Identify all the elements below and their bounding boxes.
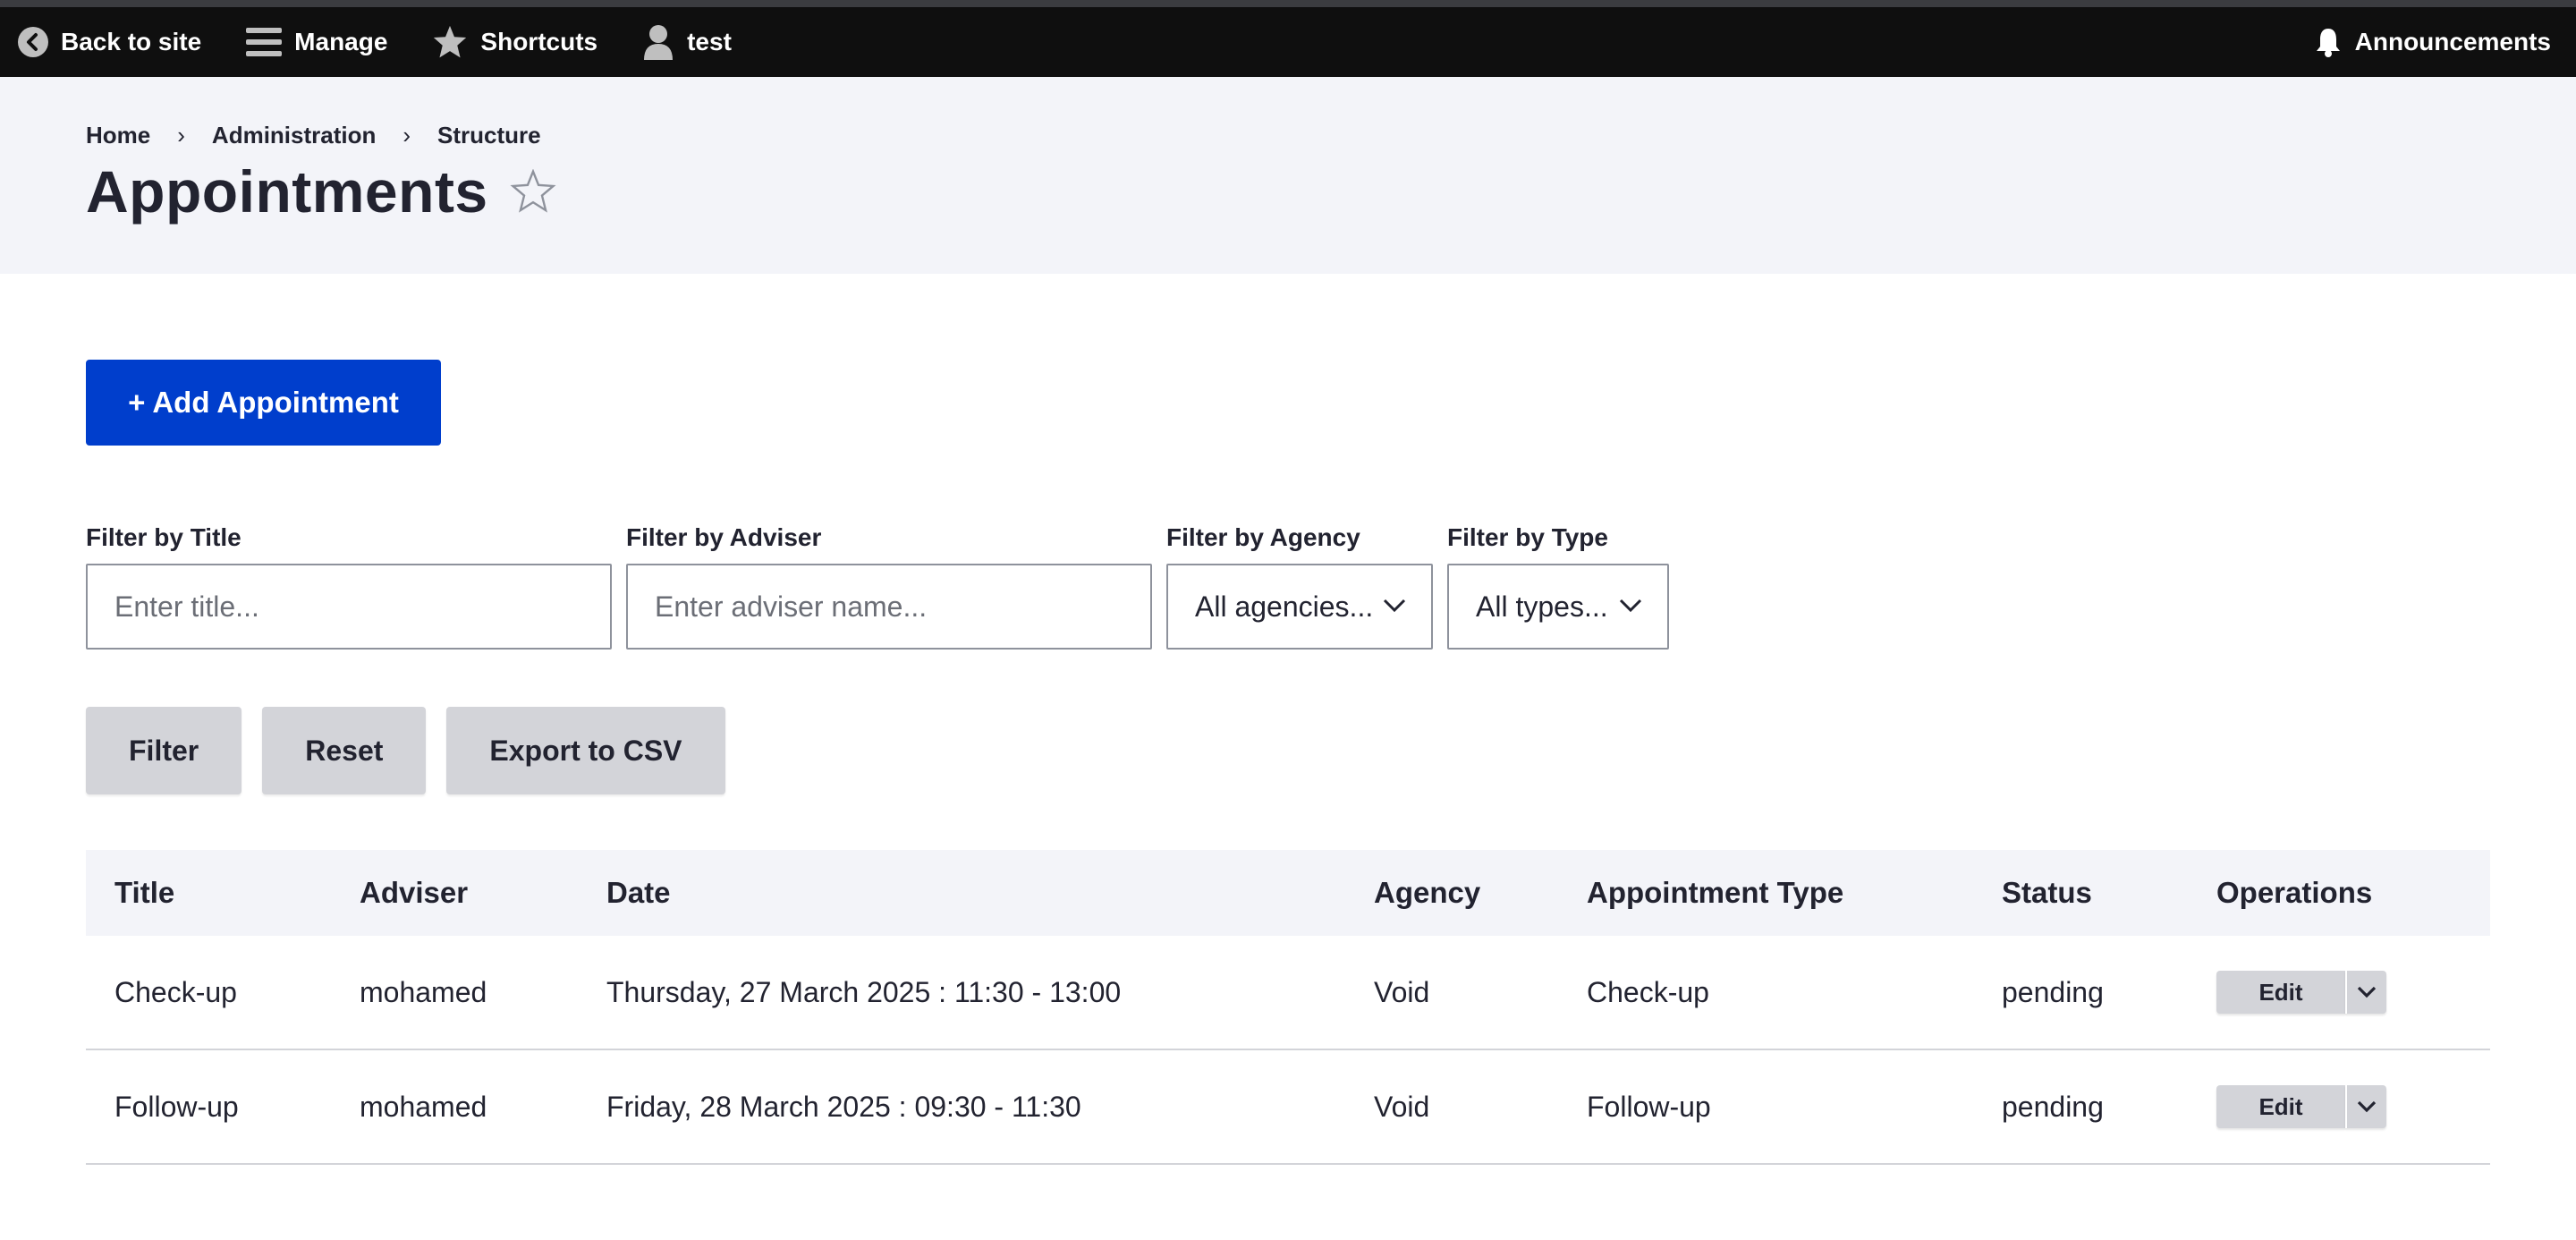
shortcuts-menu[interactable]: Shortcuts bbox=[432, 25, 597, 59]
cell-date: Thursday, 27 March 2025 : 11:30 - 13:00 bbox=[578, 936, 1345, 1050]
top-edge bbox=[0, 0, 2576, 7]
filter-title-label: Filter by Title bbox=[86, 523, 242, 551]
export-csv-button[interactable]: Export to CSV bbox=[446, 707, 725, 794]
favorite-star-button[interactable] bbox=[510, 169, 556, 214]
cell-date: Friday, 28 March 2025 : 09:30 - 11:30 bbox=[578, 1049, 1345, 1165]
breadcrumb-structure[interactable]: Structure bbox=[437, 122, 541, 149]
back-to-site-label: Back to site bbox=[61, 28, 202, 55]
cell-appointment-type: Check-up bbox=[1558, 936, 1973, 1050]
chevron-down-icon bbox=[2357, 1100, 2377, 1113]
back-to-site-link[interactable]: Back to site bbox=[18, 27, 201, 57]
page-header: Home › Administration › Structure Appoin… bbox=[0, 77, 2576, 274]
hamburger-icon bbox=[246, 28, 283, 56]
filter-adviser-group: Filter by Adviser bbox=[626, 524, 1152, 650]
user-icon bbox=[644, 25, 674, 60]
breadcrumb-home[interactable]: Home bbox=[86, 122, 150, 149]
filter-button[interactable]: Filter bbox=[86, 707, 242, 794]
announcements-label: Announcements bbox=[2354, 28, 2551, 55]
table-row: Check-up mohamed Thursday, 27 March 2025… bbox=[86, 936, 2490, 1050]
manage-label: Manage bbox=[294, 28, 388, 55]
cell-title: Check-up bbox=[86, 936, 331, 1050]
cell-operations: Edit bbox=[2188, 936, 2490, 1050]
appointments-table: Title Adviser Date Agency Appointment Ty… bbox=[86, 850, 2490, 1165]
column-header-adviser: Adviser bbox=[360, 876, 469, 909]
user-label: test bbox=[687, 28, 732, 55]
manage-menu[interactable]: Manage bbox=[246, 26, 387, 58]
cell-adviser: mohamed bbox=[331, 1049, 578, 1165]
column-header-operations: Operations bbox=[2216, 876, 2373, 909]
filter-agency-group: Filter by Agency All agencies... bbox=[1166, 524, 1433, 650]
star-outline-icon bbox=[510, 169, 556, 213]
filter-type-select[interactable]: All types... bbox=[1447, 564, 1669, 650]
admin-toolbar: Back to site Manage Shortcuts test Annou… bbox=[0, 7, 2576, 77]
cell-title: Follow-up bbox=[86, 1049, 331, 1165]
filter-agency-value: All agencies... bbox=[1195, 590, 1374, 623]
cell-adviser: mohamed bbox=[331, 936, 578, 1050]
column-header-agency: Agency bbox=[1374, 876, 1481, 909]
shortcuts-label: Shortcuts bbox=[480, 28, 598, 55]
filter-adviser-input[interactable] bbox=[626, 564, 1152, 650]
filter-type-group: Filter by Type All types... bbox=[1447, 524, 1669, 650]
breadcrumb-administration[interactable]: Administration bbox=[212, 122, 376, 149]
cell-agency: Void bbox=[1345, 936, 1558, 1050]
filter-agency-select[interactable]: All agencies... bbox=[1166, 564, 1433, 650]
reset-button[interactable]: Reset bbox=[262, 707, 427, 794]
breadcrumb-separator: › bbox=[402, 122, 411, 149]
filter-type-value: All types... bbox=[1476, 590, 1608, 623]
column-header-title: Title bbox=[114, 876, 175, 909]
edit-button[interactable]: Edit bbox=[2216, 1085, 2345, 1128]
breadcrumb-separator: › bbox=[177, 122, 185, 149]
page-title: Appointments bbox=[86, 158, 488, 225]
cell-operations: Edit bbox=[2188, 1049, 2490, 1165]
star-icon bbox=[434, 25, 467, 58]
cell-status: pending bbox=[1973, 936, 2188, 1050]
filter-type-label: Filter by Type bbox=[1447, 523, 1608, 551]
cell-appointment-type: Follow-up bbox=[1558, 1049, 1973, 1165]
filter-actions: Filter Reset Export to CSV bbox=[86, 707, 746, 794]
table-row: Follow-up mohamed Friday, 28 March 2025 … bbox=[86, 1049, 2490, 1165]
user-menu[interactable]: test bbox=[642, 24, 732, 60]
operations-dropdown-toggle[interactable] bbox=[2345, 971, 2386, 1014]
cell-agency: Void bbox=[1345, 1049, 1558, 1165]
announcements-link[interactable]: Announcements bbox=[2314, 27, 2551, 57]
filter-agency-label: Filter by Agency bbox=[1166, 523, 1360, 551]
column-header-date: Date bbox=[606, 876, 671, 909]
bell-icon bbox=[2316, 29, 2340, 57]
filter-title-input[interactable] bbox=[86, 564, 612, 650]
chevron-down-icon bbox=[2357, 986, 2377, 998]
filter-adviser-label: Filter by Adviser bbox=[626, 523, 822, 551]
column-header-status: Status bbox=[2002, 876, 2092, 909]
add-appointment-button[interactable]: + Add Appointment bbox=[86, 360, 441, 446]
operations-dropdown-toggle[interactable] bbox=[2345, 1085, 2386, 1128]
column-header-appointment-type: Appointment Type bbox=[1587, 876, 1844, 909]
back-arrow-icon bbox=[18, 27, 48, 57]
chevron-down-icon bbox=[1619, 599, 1642, 613]
cell-status: pending bbox=[1973, 1049, 2188, 1165]
breadcrumb: Home › Administration › Structure bbox=[86, 122, 2490, 149]
filter-form: Filter by Title Filter by Adviser Filter… bbox=[86, 524, 1683, 650]
chevron-down-icon bbox=[1383, 599, 1406, 613]
filter-title-group: Filter by Title bbox=[86, 524, 612, 650]
table-header-row: Title Adviser Date Agency Appointment Ty… bbox=[86, 850, 2490, 936]
edit-button[interactable]: Edit bbox=[2216, 971, 2345, 1014]
